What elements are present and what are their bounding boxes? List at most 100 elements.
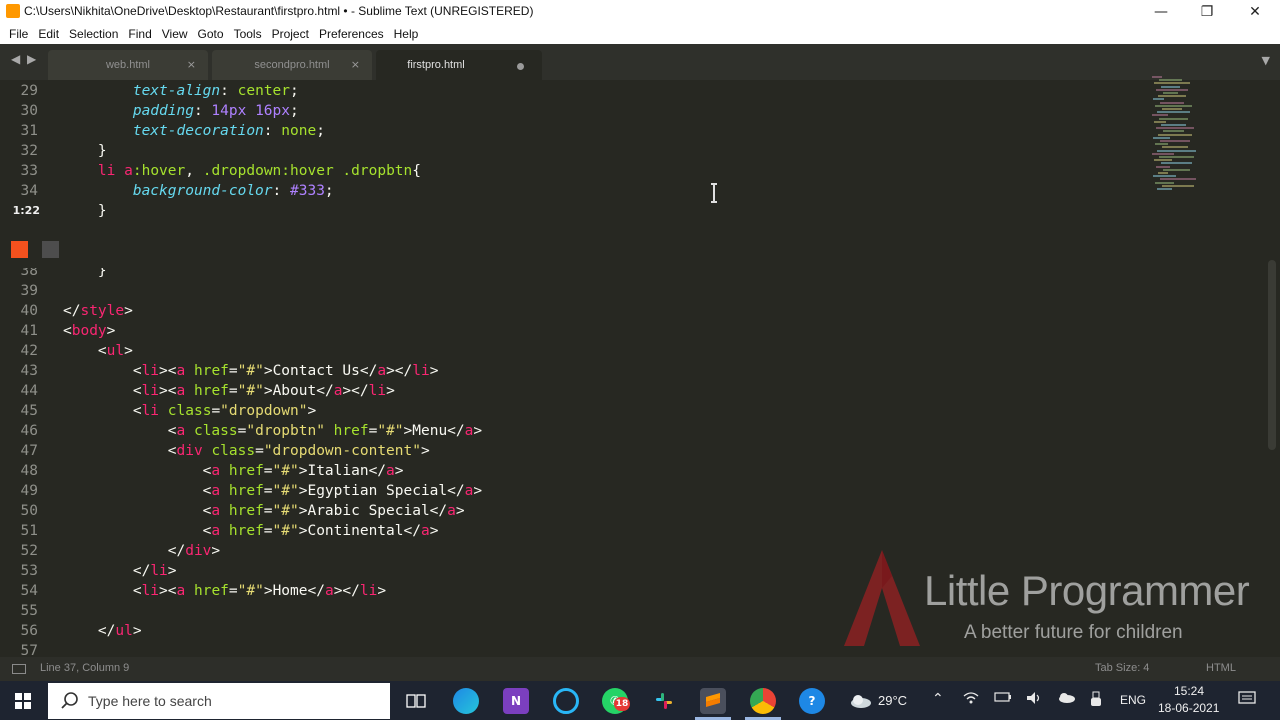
code-token: a	[176, 383, 186, 399]
menu-edit[interactable]: Edit	[33, 27, 64, 41]
minimap-line	[1157, 188, 1172, 190]
panel-toggle-icon[interactable]	[12, 664, 26, 674]
code-line[interactable]: 40 </style>	[0, 301, 1140, 321]
code-line[interactable]: 34 background-color: #333;	[0, 181, 1140, 201]
code-line[interactable]: 43 <li><a href="#">Contact Us</a></li>	[0, 361, 1140, 381]
tab-firstpro-html[interactable]: firstpro.html	[376, 50, 542, 80]
temperature[interactable]: 29°C	[878, 693, 907, 708]
taskbar-search-box[interactable]: Type here to search	[48, 683, 390, 719]
minimap[interactable]	[1152, 76, 1202, 196]
edge-icon[interactable]	[453, 688, 479, 714]
code-line[interactable]: 33 li a:hover, .dropdown:hover .dropbtn{	[0, 161, 1140, 181]
tab-close-icon[interactable]: ×	[187, 58, 196, 71]
onedrive-icon[interactable]	[1057, 691, 1075, 707]
minimap-line	[1154, 82, 1190, 85]
code-line[interactable]: 46 <a class="dropbtn" href="#">Menu</a>	[0, 421, 1140, 441]
code-token: >Home</	[263, 583, 325, 599]
code-token: =	[263, 523, 273, 539]
input-language[interactable]: ENG	[1120, 693, 1146, 707]
battery-icon[interactable]	[994, 691, 1012, 707]
close-button[interactable]: ✕	[1232, 0, 1278, 24]
code-token: >Arabic Special</	[298, 503, 448, 519]
menu-goto[interactable]: Goto	[193, 27, 229, 41]
code-token: >Italian</	[298, 463, 387, 479]
code-text: }	[63, 141, 107, 161]
code-line[interactable]: 50 <a href="#">Arabic Special</a>	[0, 501, 1140, 521]
code-token: "dropbtn"	[246, 423, 325, 439]
unsaved-dot-icon[interactable]	[517, 63, 524, 70]
code-line[interactable]: 30 padding: 14px 16px;	[0, 101, 1140, 121]
weather-icon[interactable]	[848, 688, 874, 714]
menu-tools[interactable]: Tools	[229, 27, 267, 41]
menu-preferences[interactable]: Preferences	[314, 27, 389, 41]
clock-time[interactable]: 15:24	[1174, 684, 1204, 698]
line-number: 49	[20, 483, 38, 499]
wifi-icon[interactable]	[963, 691, 979, 709]
code-token: a	[124, 163, 133, 179]
sublime-taskbar-icon[interactable]	[700, 688, 726, 714]
tray-expand-icon[interactable]: ⌃	[932, 691, 944, 707]
tab-forward-icon[interactable]: ▶	[27, 52, 36, 66]
code-line[interactable]: 39	[0, 281, 1140, 301]
menu-selection[interactable]: Selection	[64, 27, 123, 41]
line-number: 52	[20, 543, 38, 559]
cortana-icon[interactable]	[553, 688, 579, 714]
minimize-button[interactable]: —	[1138, 0, 1184, 24]
menu-view[interactable]: View	[157, 27, 193, 41]
code-line[interactable]: 51 <a href="#">Continental</a>	[0, 521, 1140, 541]
tab-list-dropdown-icon[interactable]: ▼	[1262, 54, 1270, 67]
menu-find[interactable]: Find	[123, 27, 156, 41]
tab-secondpro-html[interactable]: secondpro.html ×	[212, 50, 372, 80]
code-line[interactable]: 31 text-decoration: none;	[0, 121, 1140, 141]
code-line[interactable]: 41 <body>	[0, 321, 1140, 341]
menu-project[interactable]: Project	[267, 27, 314, 41]
tab-size-selector[interactable]: Tab Size: 4	[1095, 662, 1149, 674]
code-text: </ul>	[63, 621, 142, 641]
code-token: =	[263, 503, 273, 519]
windows-start-icon[interactable]	[0, 681, 46, 720]
search-placeholder: Type here to search	[88, 693, 212, 709]
code-line[interactable]: }	[0, 201, 1140, 221]
line-number: 40	[20, 303, 38, 319]
tab-web-html[interactable]: web.html ×	[48, 50, 208, 80]
code-token: a	[211, 483, 221, 499]
clock-date[interactable]: 18-06-2021	[1158, 701, 1219, 715]
search-icon	[61, 692, 78, 709]
code-line[interactable]: 42 <ul>	[0, 341, 1140, 361]
minimap-line	[1157, 111, 1190, 114]
minimap-line	[1153, 98, 1164, 101]
code-line[interactable]: 49 <a href="#">Egyptian Special</a>	[0, 481, 1140, 501]
vertical-scrollbar[interactable]	[1268, 260, 1276, 450]
usb-icon[interactable]	[1090, 691, 1102, 711]
code-token: ><	[159, 383, 177, 399]
code-line[interactable]: 29 text-align: center;	[0, 81, 1140, 101]
chrome-icon[interactable]	[750, 688, 776, 714]
menu-file[interactable]: File	[4, 27, 33, 41]
code-line[interactable]: 45 <li class="dropdown">	[0, 401, 1140, 421]
code-token: "#"	[237, 583, 264, 599]
line-number: 31	[20, 123, 38, 139]
slack-icon[interactable]	[651, 688, 677, 714]
onenote-icon[interactable]: N	[503, 688, 529, 714]
code-line[interactable]: 52 </div>	[0, 541, 1140, 561]
menu-help[interactable]: Help	[389, 27, 424, 41]
code-token: href	[193, 383, 229, 399]
notification-badge: 18	[614, 697, 630, 711]
notifications-icon[interactable]	[1238, 691, 1256, 711]
tab-close-icon[interactable]: ×	[351, 58, 360, 71]
volume-icon[interactable]	[1026, 691, 1042, 709]
code-line[interactable]: 47 <div class="dropdown-content">	[0, 441, 1140, 461]
syntax-selector[interactable]: HTML	[1206, 662, 1236, 674]
code-token: none	[281, 123, 317, 139]
code-token: "#"	[272, 523, 299, 539]
task-view-icon[interactable]	[403, 688, 429, 714]
code-line[interactable]: 44 <li><a href="#">About</a></li>	[0, 381, 1140, 401]
maximize-button[interactable]: ❐	[1184, 0, 1230, 24]
tab-back-icon[interactable]: ◀	[11, 52, 20, 66]
help-icon[interactable]: ?	[799, 688, 825, 714]
sublime-text-icon	[6, 4, 20, 18]
code-line[interactable]: 48 <a href="#">Italian</a>	[0, 461, 1140, 481]
code-line[interactable]: 32 }	[0, 141, 1140, 161]
watermark-title: Little Programmer	[924, 567, 1250, 614]
